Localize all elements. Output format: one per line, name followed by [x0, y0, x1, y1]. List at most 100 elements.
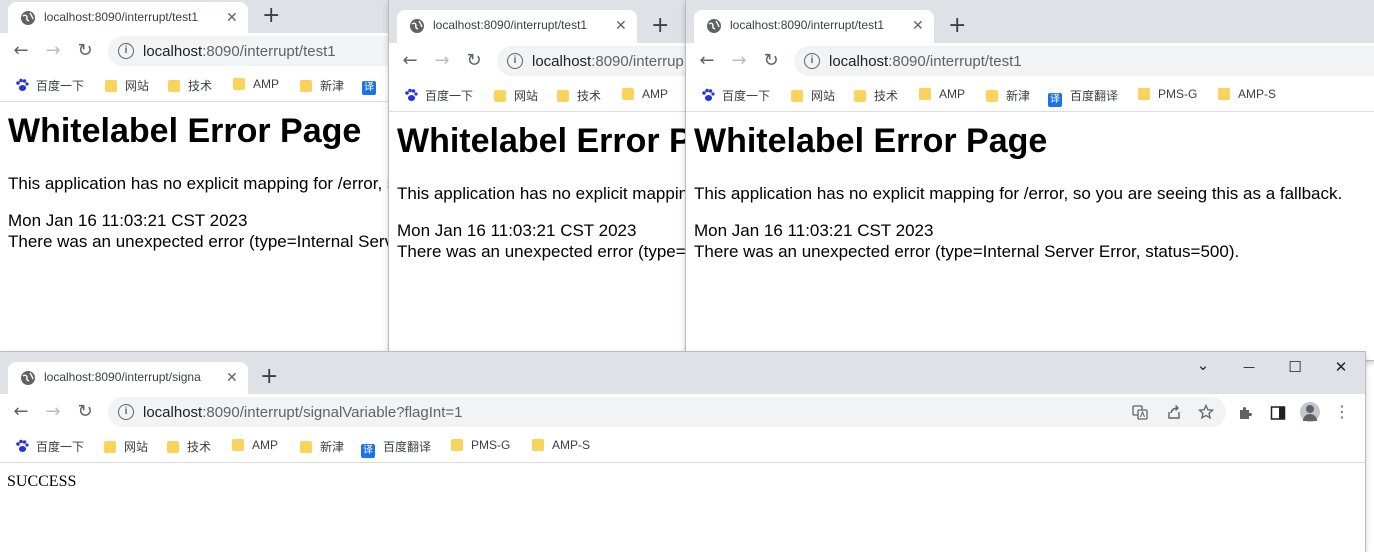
forward-button[interactable]: →	[431, 50, 453, 72]
back-button[interactable]: ←	[10, 40, 32, 62]
bookmark-baidu[interactable]: 百度一下	[15, 438, 84, 454]
toolbar: ← → ↻ i localhost:8090/interrupt/test1	[686, 43, 1374, 79]
back-button[interactable]: ←	[399, 50, 421, 72]
bookmark-folder[interactable]: AMP-S	[1218, 87, 1276, 103]
baidu-paw-icon	[16, 78, 29, 91]
new-tab-button[interactable]: +	[651, 13, 669, 39]
bookmark-label: 技术	[874, 89, 899, 103]
profile-avatar-icon[interactable]	[1300, 402, 1320, 422]
folder-icon	[105, 80, 117, 92]
bookmark-folder[interactable]: 网站	[104, 438, 148, 454]
bookmark-folder[interactable]: PMS-G	[451, 438, 510, 454]
info-icon[interactable]: i	[118, 43, 134, 59]
tab-close-icon[interactable]: ✕	[226, 369, 238, 385]
bookmark-label: AMP-S	[552, 438, 591, 452]
address-bar[interactable]: i localhost:8090/interrupt/test1	[108, 36, 400, 66]
tab-close-icon[interactable]: ✕	[226, 9, 238, 25]
bookmark-folder[interactable]: AMP	[232, 438, 278, 454]
bookmark-folder[interactable]: 新津	[986, 87, 1030, 103]
url-text[interactable]: localhost:8090/interrupt/test1	[143, 43, 336, 60]
bookmark-folder[interactable]: 新津	[300, 77, 344, 93]
tab[interactable]: localhost:8090/interrupt/test1 ✕	[8, 2, 248, 33]
minimize-button[interactable]: —	[1239, 357, 1259, 377]
url-text[interactable]: localhost:8090/interrup	[532, 53, 684, 70]
bookmark-label: AMP	[252, 438, 279, 452]
bookmark-baidu[interactable]: 百度一下	[15, 77, 84, 93]
close-window-button[interactable]: ✕	[1331, 357, 1351, 377]
error-details: Mon Jan 16 11:03:21 CST 2023 There was a…	[8, 210, 400, 252]
back-button[interactable]: ←	[10, 401, 32, 423]
bookmark-folder[interactable]: 技术	[167, 438, 211, 454]
bookmark-folder[interactable]: AMP	[622, 87, 668, 103]
folder-icon	[167, 441, 179, 453]
folder-icon	[300, 441, 312, 453]
address-bar[interactable]: i localhost:8090/interrupt/test1	[794, 46, 1374, 76]
puzzle-icon[interactable]	[1238, 405, 1254, 421]
bookmark-folder[interactable]: PMS-G	[1138, 87, 1197, 103]
reload-button[interactable]: ↻	[760, 50, 782, 72]
url-path: :8090/interrupt/signalVariable?flagInt=1	[202, 404, 463, 421]
forward-button[interactable]: →	[42, 401, 64, 423]
page-content: Whitelabel Error Page This application h…	[0, 102, 400, 360]
tab[interactable]: localhost:8090/interrupt/test1 ✕	[694, 10, 934, 43]
folder-icon	[168, 80, 180, 92]
bookmark-label: 技术	[187, 440, 212, 454]
back-button[interactable]: ←	[696, 50, 718, 72]
tab-close-icon[interactable]: ✕	[912, 17, 924, 33]
bookmark-folder[interactable]: 技术	[168, 77, 212, 93]
bookmark-translate[interactable]: 译百度翻译	[1048, 87, 1118, 107]
bookmark-label: AMP	[253, 77, 280, 91]
reload-button[interactable]: ↻	[74, 40, 96, 62]
maximize-button[interactable]: ☐	[1285, 357, 1305, 377]
info-icon[interactable]: i	[507, 53, 523, 69]
bookmark-label: 百度一下	[425, 89, 474, 103]
reload-button[interactable]: ↻	[463, 50, 485, 72]
url-text[interactable]: localhost:8090/interrupt/signalVariable?…	[143, 404, 463, 421]
bookmark-folder[interactable]: 网站	[791, 87, 835, 103]
new-tab-button[interactable]: +	[260, 364, 278, 390]
star-icon[interactable]	[1198, 404, 1214, 420]
info-icon[interactable]: i	[804, 53, 820, 69]
bookmark-baidu[interactable]: 百度一下	[404, 87, 473, 103]
new-tab-button[interactable]: +	[262, 3, 280, 29]
baidu-paw-icon	[16, 439, 29, 452]
browser-window-2: localhost:8090/interrupt/test1 ✕ + ← → ↻…	[389, 0, 699, 360]
bookmark-label: AMP	[642, 87, 669, 101]
bookmark-folder[interactable]: AMP-S	[532, 438, 590, 454]
address-bar[interactable]: i localhost:8090/interrup	[497, 46, 699, 76]
bookmark-translate[interactable]: 译	[362, 77, 384, 95]
reload-button[interactable]: ↻	[74, 401, 96, 423]
url-text[interactable]: localhost:8090/interrupt/test1	[829, 53, 1022, 70]
url-path: :8090/interrupt/test1	[888, 53, 1022, 70]
translate-icon[interactable]	[1132, 404, 1148, 420]
kebab-menu-icon[interactable]: ⋮	[1332, 402, 1352, 422]
bookmark-folder[interactable]: AMP	[233, 77, 279, 93]
share-icon[interactable]	[1166, 404, 1182, 420]
tab-title: localhost:8090/interrupt/test1	[44, 10, 199, 24]
forward-button[interactable]: →	[42, 40, 64, 62]
bookmark-folder[interactable]: 技术	[557, 87, 601, 103]
page-content: SUCCESS	[0, 463, 1365, 552]
address-bar[interactable]: i localhost:8090/interrupt/signalVariabl…	[108, 397, 1226, 427]
bookmark-folder[interactable]: AMP	[919, 87, 965, 103]
forward-button[interactable]: →	[728, 50, 750, 72]
tab[interactable]: localhost:8090/interrupt/test1 ✕	[397, 10, 637, 43]
side-panel-icon[interactable]	[1270, 405, 1286, 421]
bookmark-label: 百度一下	[36, 440, 85, 454]
translate-badge-icon: 译	[361, 444, 375, 458]
tab-search-chevron-icon[interactable]: ⌄	[1193, 355, 1213, 375]
tab-close-icon[interactable]: ✕	[615, 17, 627, 33]
bookmark-baidu[interactable]: 百度一下	[701, 87, 770, 103]
error-details: Mon Jan 16 11:03:21 CST 2023 There was a…	[397, 220, 699, 262]
tab[interactable]: localhost:8090/interrupt/signa ✕	[8, 362, 248, 394]
bookmark-folder[interactable]: 新津	[300, 438, 344, 454]
bookmark-folder[interactable]: 网站	[494, 87, 538, 103]
bookmark-translate[interactable]: 译百度翻译	[361, 438, 431, 458]
bookmark-folder[interactable]: 技术	[854, 87, 898, 103]
info-icon[interactable]: i	[118, 404, 134, 420]
bookmark-folder[interactable]: 网站	[105, 77, 149, 93]
error-timestamp: Mon Jan 16 11:03:21 CST 2023	[397, 221, 637, 240]
folder-icon	[986, 90, 998, 102]
bookmarks-bar: 百度一下 网站 技术 AMP 新津 译	[0, 69, 400, 102]
new-tab-button[interactable]: +	[948, 13, 966, 39]
